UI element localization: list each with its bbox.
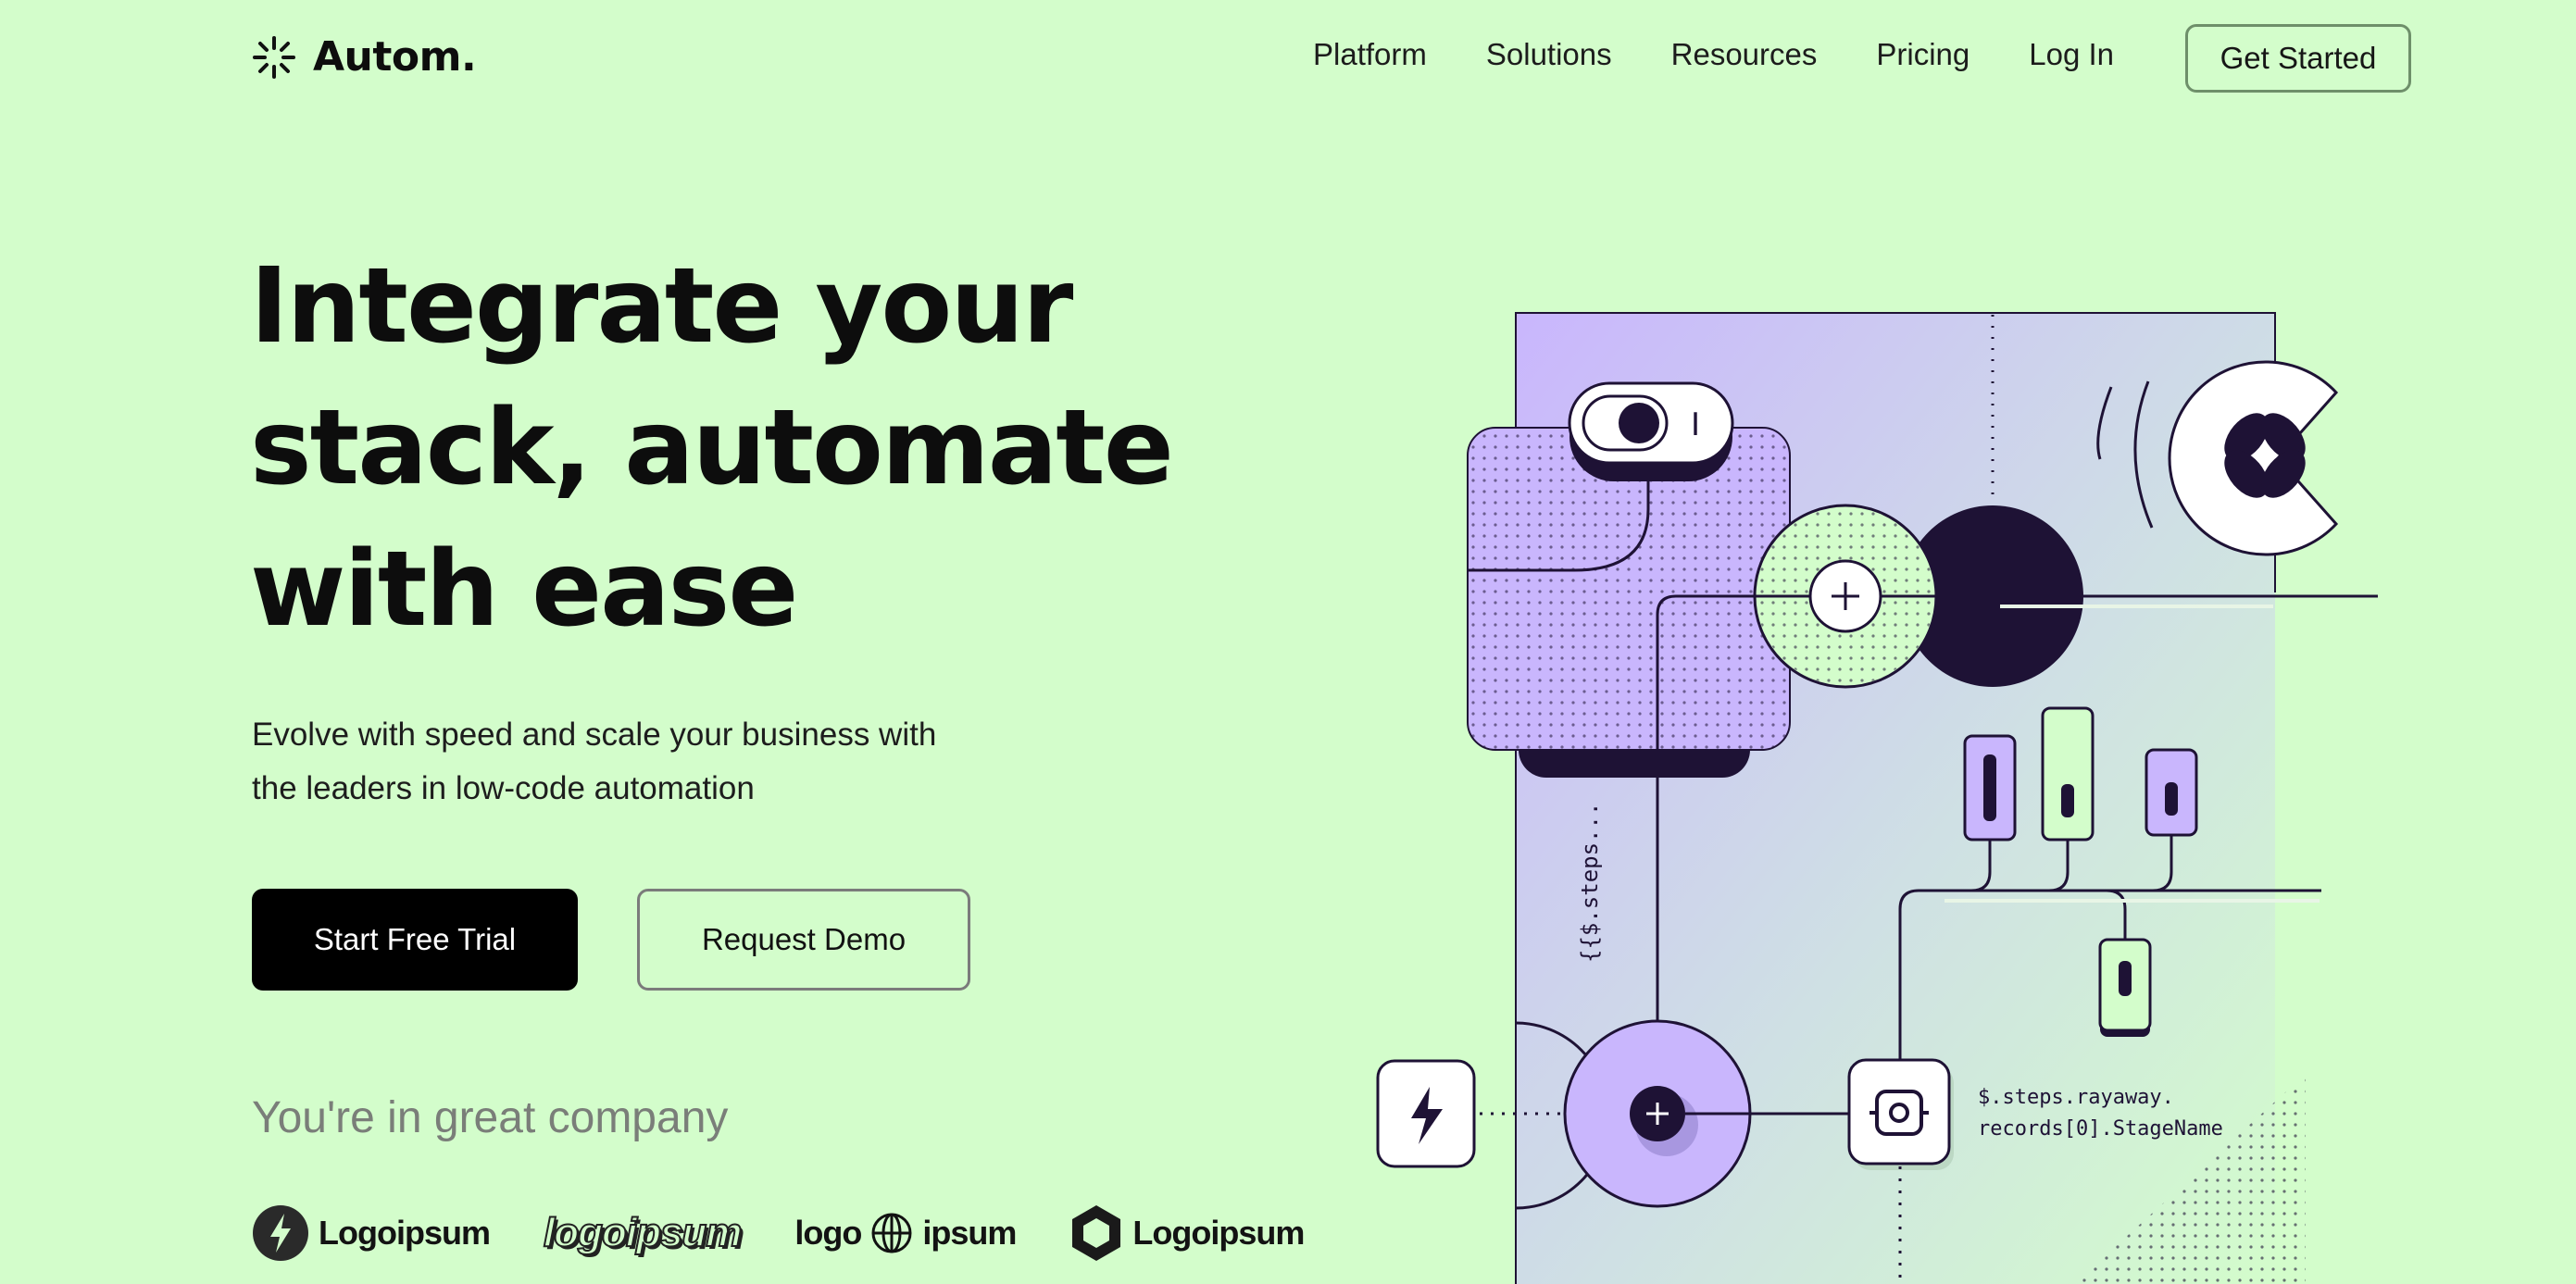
company-logo: Logoipsum [252,1204,491,1262]
hero-title: Integrate your stack, automate with ease [250,236,1269,661]
hero-subtitle-line: the leaders in low-code automation [252,770,755,806]
company-logo-text: logoipsum [543,1209,743,1256]
brand-logo[interactable]: Autom. [252,33,477,81]
company-logo-text: logo [794,1214,862,1252]
sparkle-icon [253,35,295,79]
hero-subtitle-line: Evolve with speed and scale your busines… [252,717,937,753]
company-logo-text: Logoipsum [1132,1214,1305,1252]
hero-subtitle: Evolve with speed and scale your busines… [252,708,1085,816]
toggle-label: I [1691,406,1700,443]
company-logos: Logoipsum logoipsum logo ipsum Logoipsum [252,1203,1357,1263]
nav-link-platform[interactable]: Platform [1313,37,1427,72]
hero-title-line: stack, automate [250,388,1174,508]
nav-link-login[interactable]: Log In [2029,37,2114,72]
company-logo: logo ipsum [794,1212,1017,1254]
nav-link-resources[interactable]: Resources [1671,37,1818,72]
hero-title-line: with ease [250,530,798,650]
company-logo: Logoipsum [1069,1203,1305,1263]
processor-node [1847,1058,1951,1166]
globe-icon [871,1213,912,1253]
hexagon-icon [1072,1205,1121,1261]
company-logo-text: ipsum [922,1214,1017,1252]
nav-links: Platform Solutions Resources Pricing Log… [1313,37,2114,72]
nav-link-pricing[interactable]: Pricing [1876,37,1970,72]
brand-name: Autom. [313,33,477,81]
top-navigation: Autom. Platform Solutions Resources Pric… [0,0,2576,120]
start-free-trial-button[interactable]: Start Free Trial [252,889,578,991]
bolt-circle-icon [253,1205,308,1261]
code-vertical: {{$.steps... [1577,803,1603,963]
company-logo: logoipsum [543,1209,743,1256]
hero-title-line: Integrate your [250,246,1073,367]
code-line-1: $.steps.rayaway. [1978,1086,2174,1109]
code-line-2: records[0].StageName [1978,1117,2223,1141]
companies-heading: You're in great company [252,1093,729,1142]
request-demo-button[interactable]: Request Demo [637,889,970,991]
toggle-knob [1619,403,1659,443]
workflow-illustration: I {{$.steps... $.steps.rayaway. records[… [1376,312,2378,1284]
nav-link-solutions[interactable]: Solutions [1486,37,1612,72]
company-logo-text: Logoipsum [319,1214,491,1252]
get-started-button[interactable]: Get Started [2185,24,2411,93]
